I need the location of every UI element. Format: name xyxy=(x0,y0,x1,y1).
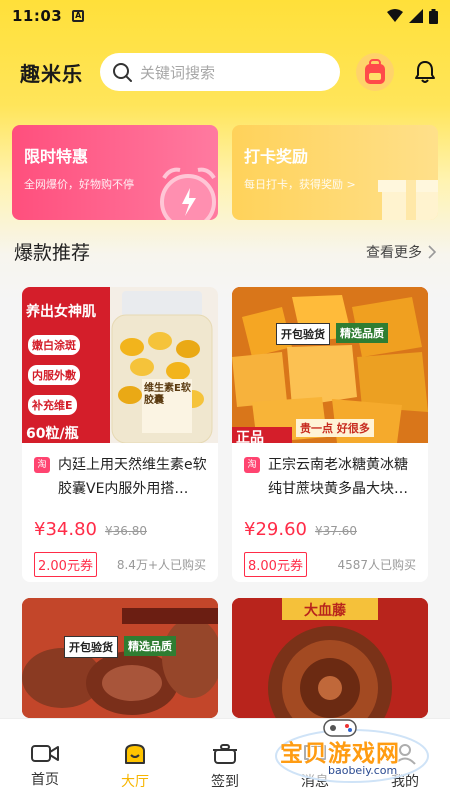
bottle-label-text: 维生素E软胶囊 xyxy=(144,383,191,406)
capsule-bottle-illustration xyxy=(111,291,213,443)
product-title: 内廷上用天然维生素e软胶囊VE内服外用搭… xyxy=(58,457,207,497)
app-logo: 趣米乐 xyxy=(20,61,83,86)
price-row: ¥29.60 ¥37.60 xyxy=(232,505,428,540)
image-bottom-text: 贵一点 好很多 xyxy=(296,419,374,437)
backpack-icon xyxy=(365,59,385,84)
product-price: ¥34.80 xyxy=(34,519,97,540)
coupon-badge[interactable]: 8.00元券 xyxy=(244,552,307,577)
price-row: ¥34.80 ¥36.80 xyxy=(22,505,218,540)
hall-icon xyxy=(125,744,145,764)
coupon-row: 8.00元券 4587人已购买 xyxy=(232,540,428,577)
search-placeholder: 关键词搜索 xyxy=(140,63,216,82)
view-more-label: 查看更多 xyxy=(366,244,422,261)
tab-label: 首页 xyxy=(31,772,59,788)
image-tag: 嫩白涂斑 xyxy=(28,335,80,355)
image-badge: 开包验货 xyxy=(64,636,118,658)
watermark-text: 宝贝游戏网 xyxy=(280,741,400,767)
hot-recommend-header: 爆款推荐 查看更多 xyxy=(14,238,436,265)
product-image[interactable]: 养出女神肌 嫩白涂斑 内服外敷 补充维E 60粒/瓶 维生素E软胶囊 xyxy=(22,287,218,443)
alarm-clock-icon xyxy=(160,167,216,220)
avatar[interactable] xyxy=(356,53,394,91)
dried-root-illustration xyxy=(22,598,218,718)
taobao-icon: 淘 xyxy=(244,457,260,473)
video-icon xyxy=(31,745,59,762)
tab-checkin[interactable]: 签到 xyxy=(180,719,270,800)
sold-count: 8.4万+人已购买 xyxy=(116,558,206,572)
app-header: 趣米乐 关键词搜索 xyxy=(0,50,450,94)
product-image[interactable]: 开包验货 精选品质 xyxy=(22,598,218,718)
site-watermark: 宝贝游戏网 baobeiy.com xyxy=(272,716,432,786)
tab-hall[interactable]: 大厅 xyxy=(90,719,180,800)
coupon-row: 2.00元券 8.4万+人已购买 xyxy=(22,540,218,577)
tab-home[interactable]: 首页 xyxy=(0,719,90,800)
section-title: 爆款推荐 xyxy=(14,242,91,264)
product-image[interactable]: 大血藤 xyxy=(232,598,428,718)
view-more-link[interactable]: 查看更多 xyxy=(366,242,436,262)
search-input[interactable]: 关键词搜索 xyxy=(100,53,340,91)
bell-icon[interactable] xyxy=(414,60,436,84)
promo-checkin-reward[interactable]: 打卡奖励 每日打卡，获得奖励 > xyxy=(232,125,438,220)
image-badge: 精选品质 xyxy=(124,636,176,656)
image-count-text: 60粒/瓶 xyxy=(26,426,79,442)
battery-icon xyxy=(429,8,438,24)
sim-icon: A xyxy=(72,10,85,22)
coupon-badge[interactable]: 2.00元券 xyxy=(34,552,97,577)
status-time: 11:03 xyxy=(12,7,63,25)
image-badge: 开包验货 xyxy=(276,323,330,345)
product-card[interactable]: 开包验货 精选品质 xyxy=(22,598,218,718)
image-tag: 内服外敷 xyxy=(28,365,80,385)
pot-icon xyxy=(213,744,237,764)
product-image[interactable]: 开包验货 精选品质 贵一点 好很多 正品 xyxy=(232,287,428,443)
product-card[interactable]: 开包验货 精选品质 贵一点 好很多 正品 淘 正宗云南老冰糖黄冰糖纯甘蔗块黄多晶… xyxy=(232,287,428,582)
original-price: ¥36.80 xyxy=(104,524,147,538)
promo-limited-offer[interactable]: 限时特惠 全网爆价，好物购不停 xyxy=(12,125,218,220)
product-price: ¥29.60 xyxy=(244,519,307,540)
product-card[interactable]: 养出女神肌 嫩白涂斑 内服外敷 补充维E 60粒/瓶 维生素E软胶囊 淘 内廷上… xyxy=(22,287,218,582)
product-name: 淘 正宗云南老冰糖黄冰糖纯甘蔗块黄多晶大块… xyxy=(232,443,428,505)
tab-label: 大厅 xyxy=(121,774,149,790)
status-bar: 11:03 A xyxy=(0,0,450,32)
image-banner-text: 大血藤 xyxy=(304,603,346,619)
gift-icon xyxy=(378,180,438,220)
search-icon xyxy=(113,63,132,82)
taobao-icon: 淘 xyxy=(34,457,50,473)
image-tag: 补充维E xyxy=(28,395,77,415)
product-card[interactable]: 大血藤 xyxy=(232,598,428,718)
image-badge: 精选品质 xyxy=(336,323,388,343)
wifi-icon xyxy=(387,9,403,22)
original-price: ¥37.60 xyxy=(314,524,357,538)
image-corner-text: 正品 xyxy=(236,430,264,443)
tab-label: 签到 xyxy=(211,774,239,790)
sold-count: 4587人已购买 xyxy=(337,558,416,572)
image-banner-text: 养出女神肌 xyxy=(26,304,96,320)
watermark-url: baobeiy.com xyxy=(328,764,398,777)
signal-icon xyxy=(409,9,423,23)
product-title: 正宗云南老冰糖黄冰糖纯甘蔗块黄多晶大块… xyxy=(268,457,408,497)
chevron-right-icon xyxy=(428,244,436,259)
product-name: 淘 内廷上用天然维生素e软胶囊VE内服外用搭… xyxy=(22,443,218,505)
